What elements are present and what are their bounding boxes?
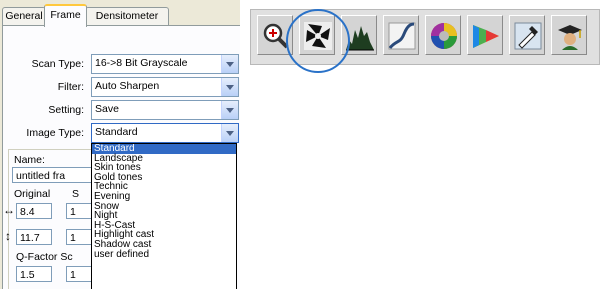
- filter-value: Auto Sharpen: [95, 80, 160, 92]
- qfactor-scale-input[interactable]: 1: [66, 266, 94, 282]
- toolbar-button-zoom[interactable]: [257, 15, 293, 55]
- filter-select[interactable]: Auto Sharpen: [91, 77, 239, 97]
- filter-label: Filter:: [57, 81, 84, 93]
- frame-name-input[interactable]: untitled fra: [12, 167, 94, 183]
- qfactor-input[interactable]: 1.5: [16, 266, 52, 282]
- width-arrow-icon: ↔: [3, 203, 15, 217]
- width-scale-input[interactable]: 1: [66, 203, 94, 219]
- setting-select[interactable]: Save: [91, 100, 239, 120]
- qfactor-label: Q-Factor Sc: [16, 251, 73, 263]
- scale-label: S: [72, 188, 80, 200]
- original-label: Original: [14, 188, 51, 200]
- height-input[interactable]: 11.7: [16, 229, 52, 245]
- toolbar-button-selective-color[interactable]: [467, 15, 503, 55]
- height-scale-input[interactable]: 1: [66, 229, 94, 245]
- image-type-dropdown-list[interactable]: Standard Landscape Skin tones Gold tones Tec…: [91, 143, 237, 289]
- height-arrow-icon: ↕: [5, 229, 11, 243]
- image-type-value: Standard: [95, 126, 138, 138]
- chevron-down-icon[interactable]: [221, 124, 238, 142]
- scan-type-label: Scan Type:: [31, 58, 84, 70]
- toolbar-button-pipette[interactable]: [509, 15, 545, 55]
- scan-type-select[interactable]: 16->8 Bit Grayscale: [91, 54, 239, 74]
- main-toolbar: [250, 9, 600, 65]
- tab-frame[interactable]: Frame: [44, 4, 87, 27]
- toolbar-button-expert-mode[interactable]: [551, 15, 587, 55]
- width-input[interactable]: 8.4: [16, 203, 52, 219]
- image-type-label: Image Type:: [26, 127, 84, 139]
- scan-type-value: 16->8 Bit Grayscale: [95, 57, 188, 69]
- setting-label: Setting:: [48, 104, 84, 116]
- settings-panel: General Frame Densitometer Scan Type: 16…: [0, 0, 240, 289]
- chevron-down-icon[interactable]: [221, 55, 238, 73]
- dropdown-option[interactable]: user defined: [92, 249, 236, 260]
- tab-general[interactable]: General: [2, 7, 46, 25]
- chevron-down-icon[interactable]: [221, 78, 238, 96]
- toolbar-button-color-balance[interactable]: [425, 15, 461, 55]
- image-type-select[interactable]: Standard: [91, 123, 239, 143]
- tab-densitometer[interactable]: Densitometer: [85, 7, 169, 25]
- toolbar-button-histogram[interactable]: [341, 15, 377, 55]
- toolbar-button-auto-adjust[interactable]: [299, 15, 335, 55]
- chevron-down-icon[interactable]: [221, 101, 238, 119]
- name-label: Name:: [14, 154, 45, 166]
- setting-value: Save: [95, 103, 119, 115]
- toolbar-button-gradation[interactable]: [383, 15, 419, 55]
